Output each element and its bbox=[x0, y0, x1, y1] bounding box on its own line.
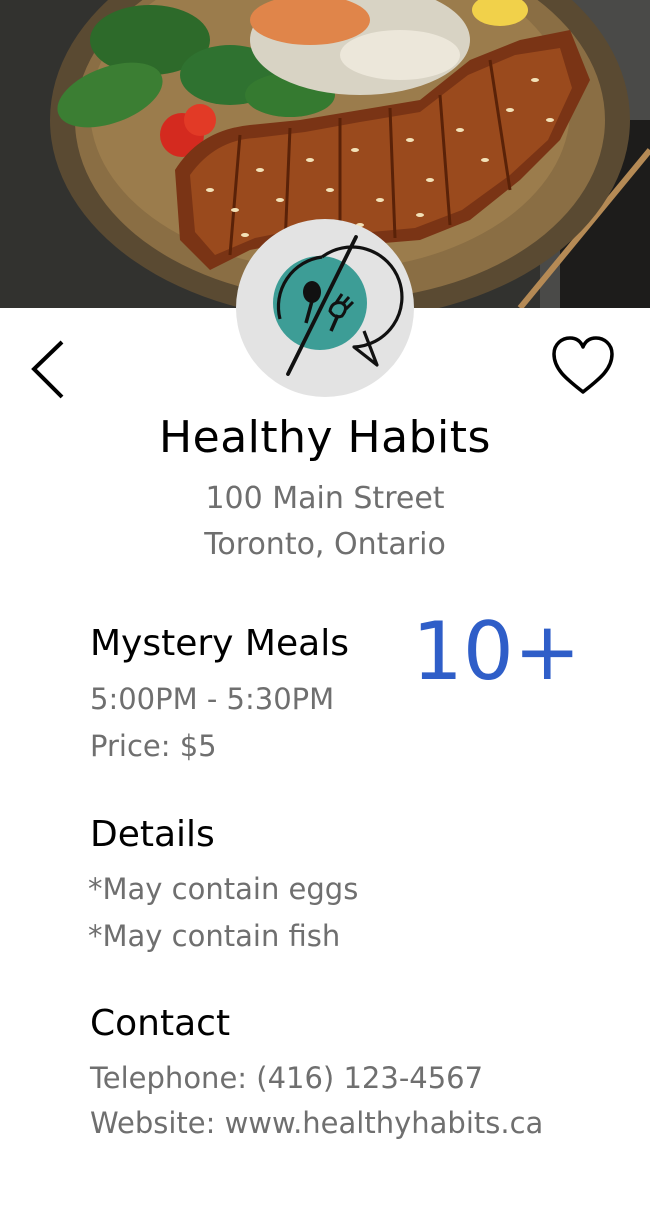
address-line-2: Toronto, Ontario bbox=[204, 527, 446, 562]
address-line-1: 100 Main Street bbox=[205, 481, 445, 516]
no-food-speech-bubble-icon bbox=[273, 235, 404, 376]
favorite-button[interactable] bbox=[548, 334, 618, 398]
restaurant-logo bbox=[236, 219, 414, 397]
details-heading: Details bbox=[90, 814, 215, 855]
meals-count: 10+ bbox=[412, 605, 581, 698]
website-link[interactable]: Website: www.healthyhabits.ca bbox=[90, 1106, 543, 1140]
telephone-link[interactable]: Telephone: (416) 123-4567 bbox=[90, 1061, 483, 1095]
meal-price: Price: $5 bbox=[90, 729, 217, 763]
back-button[interactable] bbox=[22, 336, 72, 404]
contact-heading: Contact bbox=[90, 1003, 231, 1044]
restaurant-name: Healthy Habits bbox=[159, 412, 491, 463]
heart-outline-icon bbox=[552, 336, 614, 394]
mystery-meals-heading: Mystery Meals bbox=[90, 623, 349, 664]
pickup-time: 5:00PM - 5:30PM bbox=[90, 682, 335, 716]
detail-item: *May contain eggs bbox=[88, 872, 359, 906]
chevron-left-icon bbox=[31, 340, 64, 399]
detail-item: *May contain fish bbox=[88, 919, 341, 953]
